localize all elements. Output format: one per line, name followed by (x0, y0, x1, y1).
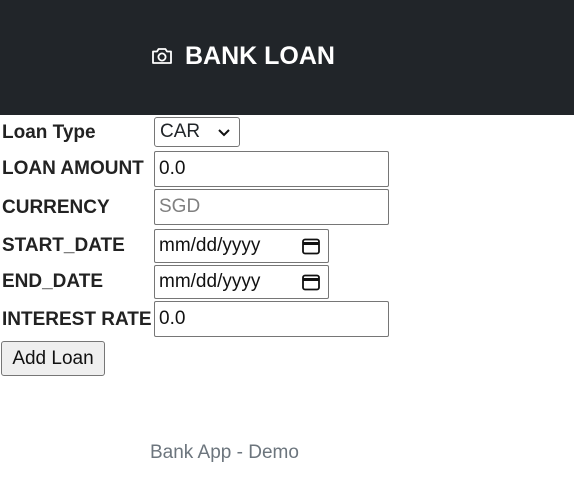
brand[interactable]: BANK LOAN (150, 40, 335, 72)
currency-input[interactable]: SGD (154, 189, 389, 225)
chevron-down-icon (218, 129, 230, 137)
navbar: BANK LOAN (0, 0, 574, 115)
interest-rate-label: INTEREST RATE (2, 309, 152, 330)
loan-type-label: Loan Type (2, 122, 96, 143)
loan-amount-label: LOAN AMOUNT (2, 158, 144, 179)
start-date-placeholder: mm/dd/yyyy (159, 235, 261, 256)
loan-type-value: CAR (160, 121, 201, 142)
start-date-label: START_DATE (2, 235, 125, 256)
end-date-label: END_DATE (2, 271, 103, 292)
calendar-icon[interactable] (300, 271, 322, 293)
loan-amount-value: 0.0 (159, 158, 186, 179)
loan-amount-input[interactable]: 0.0 (154, 151, 389, 187)
camera-icon (152, 48, 172, 64)
end-date-placeholder: mm/dd/yyyy (159, 271, 261, 292)
currency-placeholder: SGD (159, 196, 201, 217)
page-title: BANK LOAN (185, 41, 335, 70)
footer-text: Bank App - Demo (150, 442, 299, 463)
interest-rate-input[interactable]: 0.0 (154, 301, 389, 337)
currency-label: CURRENCY (2, 197, 110, 218)
start-date-input[interactable]: mm/dd/yyyy (154, 229, 329, 263)
end-date-input[interactable]: mm/dd/yyyy (154, 265, 329, 299)
calendar-icon[interactable] (300, 235, 322, 257)
loan-type-select[interactable]: CAR (154, 117, 240, 147)
interest-rate-value: 0.0 (159, 308, 186, 329)
add-loan-button[interactable]: Add Loan (1, 341, 105, 376)
